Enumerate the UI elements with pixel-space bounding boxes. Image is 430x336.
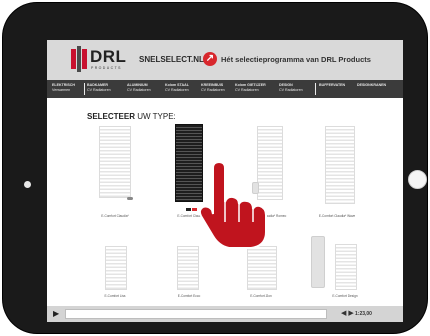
site-header: DRL PRODUCTS SNELSELECT.NL ↗ Hét selecti… [47,40,403,80]
pointing-hand-icon [198,160,267,249]
radiator-image [105,246,127,290]
product-card-design[interactable]: E-Comfort Design [305,240,369,302]
arrow-logo-icon: ↗ [203,52,217,66]
screen: DRL PRODUCTS SNELSELECT.NL ↗ Hét selecti… [47,40,403,322]
nav-item-kolom-staal[interactable]: Kolom STAAL CV Radiatoren [165,83,189,93]
nav-item-design[interactable]: DESIGN CV Radiatoren [279,83,303,93]
camera-icon [24,181,31,188]
toggle-icon [127,197,133,200]
play-icon[interactable]: ▶ [53,309,63,319]
drl-logo[interactable]: DRL PRODUCTS [71,46,127,74]
nav-item-kreeinbuis[interactable]: KREEINBUIS CV Radiatoren [201,83,225,93]
nav-item-elektrisch[interactable]: ELEKTRISCH Verwarmen [52,83,75,93]
logo-text: DRL [90,47,127,66]
radiator-image [247,246,277,290]
logo-subtext: PRODUCTS [91,66,122,70]
product-name: E-Comfort Claudia* [101,214,129,218]
product-name: E-Comfort Claudia* Wave [318,214,356,218]
home-button[interactable] [408,170,427,189]
site-name: SNELSELECT.NL [139,55,204,64]
radiator-image [99,126,131,198]
product-name: E-Comfort Ecco [177,294,201,298]
product-card-claudia[interactable]: E-Comfort Claudia* [85,124,145,244]
product-name: E-Comfort Liss [104,294,126,298]
progress-bar[interactable] [65,309,327,319]
nav-item-aluminium[interactable]: ALUMINIUM CV Radiatoren [127,83,151,93]
nav-item-kolom-gietijzer[interactable]: Kolom GIETIJZER CV Radiatoren [235,83,266,93]
product-name: E-Comfort Design [332,294,358,298]
nav-item-designkranen[interactable]: DESIGNKRANEN [357,83,386,88]
tablet-frame: DRL PRODUCTS SNELSELECT.NL ↗ Hét selecti… [3,3,427,333]
select-type-title: SELECTEER UW TYPE: [87,112,176,121]
speaker-icon[interactable]: ◀ ▶ [341,309,354,319]
tagline: Hét selectieprogramma van DRL Products [221,55,371,64]
main-nav: ELEKTRISCH Verwarmen BADKAMER CV Radiatore… [47,80,403,98]
time-display: 1:23,00 [355,311,372,317]
logo-mark-icon [71,46,87,72]
nav-item-buffervaten[interactable]: BUFFERVATEN [319,83,345,88]
nav-item-badkamer[interactable]: BADKAMER CV Radiatoren [87,83,111,93]
radiator-image [177,246,199,290]
product-card-claudia-wave[interactable]: E-Comfort Claudia* Wave [305,124,369,244]
media-controls-bar: ▶ ◀ ▶ 1:23,00 [47,306,403,322]
product-card-liss[interactable]: E-Comfort Liss [85,240,145,302]
nav-divider [315,83,316,95]
color-swatch-black [186,208,191,211]
product-name: E-Comfort Zion [250,294,272,298]
radiator-image [335,244,357,290]
radiator-image [325,126,355,204]
nav-divider [84,83,85,95]
